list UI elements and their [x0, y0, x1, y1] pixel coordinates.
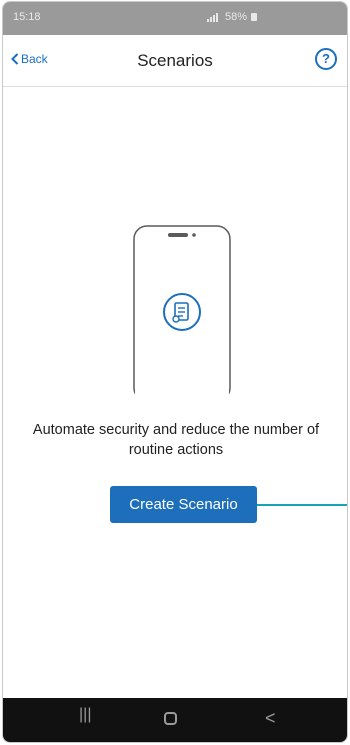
signal-icon: [207, 12, 218, 22]
help-button[interactable]: ?: [315, 48, 337, 70]
create-scenario-button[interactable]: Create Scenario: [110, 486, 257, 523]
home-icon[interactable]: [164, 712, 177, 725]
system-nav-bar: ||| <: [3, 698, 347, 742]
phone-screen: 15:18 58% Back Scenarios ? Automate secu…: [2, 1, 348, 743]
recents-icon[interactable]: |||: [79, 706, 91, 724]
status-bar: 15:18 58%: [3, 2, 347, 35]
battery-percent: 58%: [225, 11, 248, 23]
back-button[interactable]: Back: [11, 52, 48, 66]
status-time: 15:18: [13, 11, 41, 23]
phone-scenario-icon: [133, 225, 231, 394]
app-bar: Back Scenarios ?: [3, 35, 347, 87]
back-nav-icon[interactable]: <: [265, 708, 276, 729]
back-label: Back: [21, 52, 48, 66]
page-title: Scenarios: [137, 51, 213, 70]
callout-line: [257, 504, 347, 506]
chevron-left-icon: [11, 53, 19, 65]
empty-state-message: Automate security and reduce the number …: [32, 422, 320, 458]
question-circle-icon: ?: [322, 51, 330, 66]
status-indicators: 58%: [207, 11, 258, 23]
battery-icon: [251, 13, 258, 21]
